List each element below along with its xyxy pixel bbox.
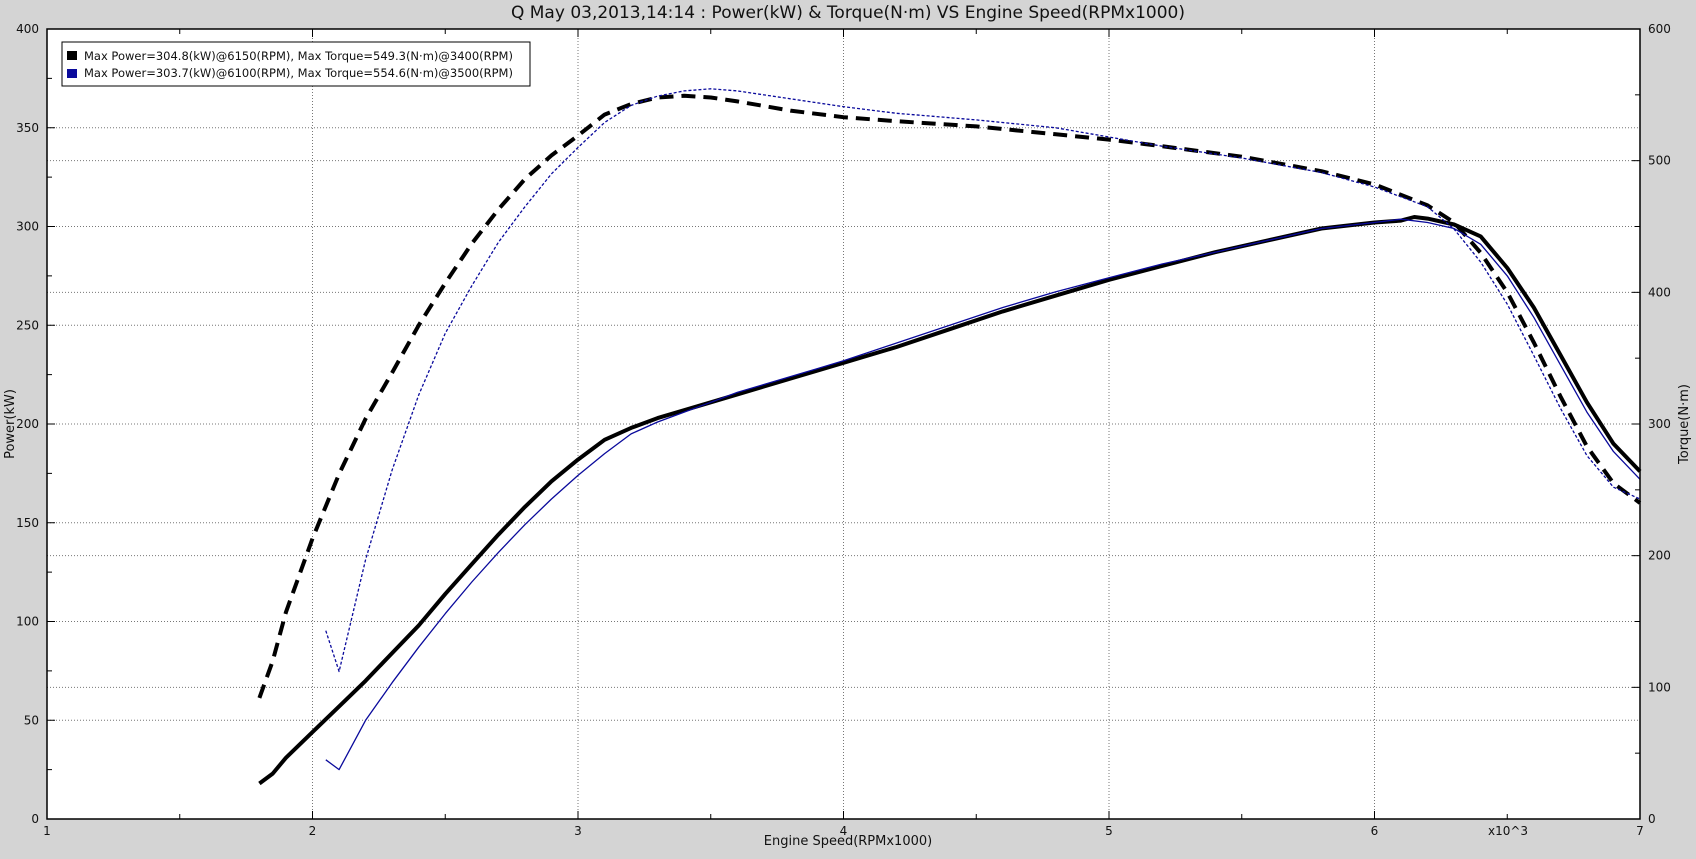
x-tick-label: 4 xyxy=(840,824,848,838)
y-tick-label-left: 400 xyxy=(16,22,39,36)
x-tick-label: 2 xyxy=(309,824,317,838)
y-tick-label-left: 200 xyxy=(16,417,39,431)
y-tick-label-left: 50 xyxy=(24,713,39,727)
y-tick-label-right: 200 xyxy=(1648,549,1671,563)
y-tick-label-right: 600 xyxy=(1648,22,1671,36)
y-tick-label-right: 100 xyxy=(1648,680,1671,694)
y-tick-label-left: 300 xyxy=(16,220,39,234)
y-tick-label-right: 0 xyxy=(1648,812,1656,826)
chart-container: Q May 03,2013,14:14 : Power(kW) & Torque… xyxy=(0,0,1696,859)
y-axis-label-right: Torque(N·m) xyxy=(1677,384,1692,465)
legend-swatch-1 xyxy=(67,69,77,78)
y-tick-label-left: 250 xyxy=(16,318,39,332)
power-torque-chart: Q May 03,2013,14:14 : Power(kW) & Torque… xyxy=(3,3,1692,849)
y-tick-label-left: 100 xyxy=(16,615,39,629)
chart-title: Q May 03,2013,14:14 : Power(kW) & Torque… xyxy=(511,3,1185,23)
y-tick-label-left: 0 xyxy=(31,812,39,826)
y-tick-label-right: 300 xyxy=(1648,417,1671,431)
x-axis-label: Engine Speed(RPMx1000) xyxy=(764,834,932,849)
y-tick-label-right: 400 xyxy=(1648,285,1671,299)
x-tick-label: 7 xyxy=(1636,824,1644,838)
legend-entry-1: Max Power=303.7(kW)@6100(RPM), Max Torqu… xyxy=(84,66,513,80)
legend: Max Power=304.8(kW)@6150(RPM), Max Torqu… xyxy=(61,41,531,87)
x-tick-label: 5 xyxy=(1105,824,1113,838)
y-tick-label-right: 500 xyxy=(1648,154,1671,168)
legend-entry-0: Max Power=304.8(kW)@6150(RPM), Max Torqu… xyxy=(84,49,513,63)
x-tick-label: 3 xyxy=(574,824,582,838)
plot-area xyxy=(47,29,1640,819)
x-multiplier-label: x10^3 xyxy=(1488,824,1528,838)
x-tick-label: 6 xyxy=(1371,824,1379,838)
y-tick-label-left: 350 xyxy=(16,121,39,135)
x-tick-label: 1 xyxy=(43,824,51,838)
y-tick-label-left: 150 xyxy=(16,516,39,530)
legend-swatch-0 xyxy=(67,51,77,60)
